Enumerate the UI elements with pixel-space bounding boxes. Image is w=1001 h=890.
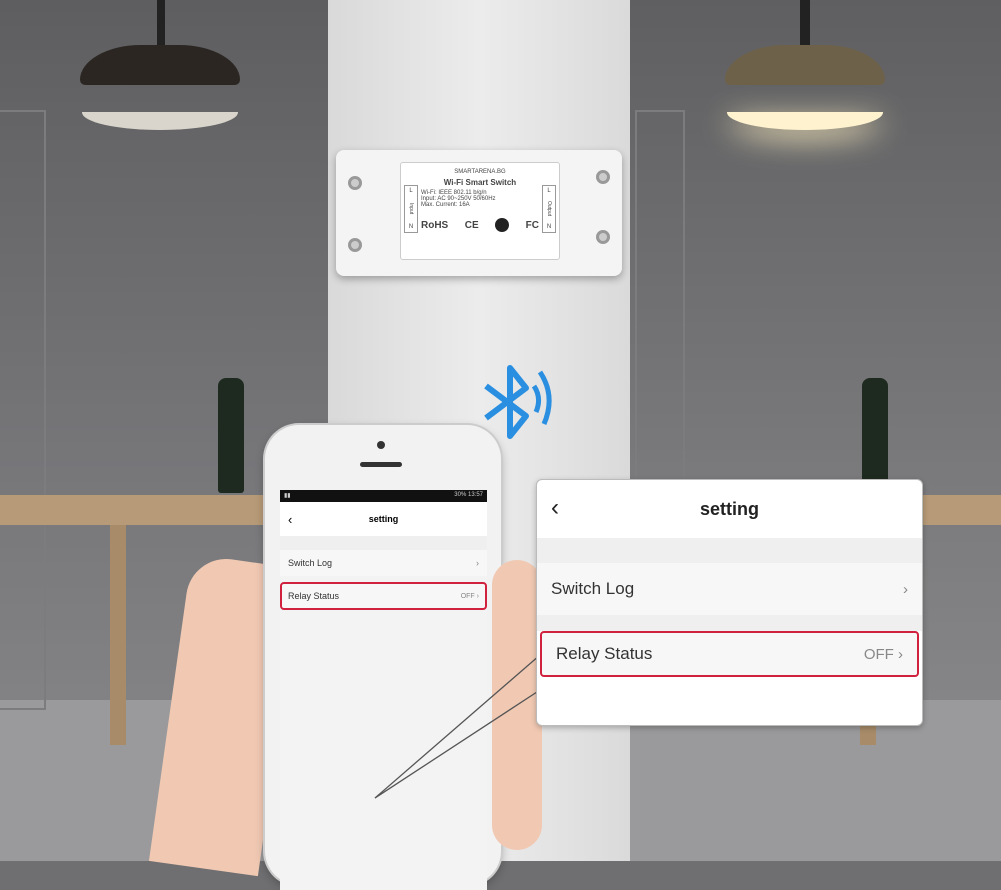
item-label: Switch Log xyxy=(551,579,635,598)
setting-callout: ‹ setting Switch Log › Relay Status OFF › xyxy=(536,479,923,726)
relay-value: OFF xyxy=(863,645,894,663)
chevron-right-icon: › xyxy=(898,645,903,663)
back-button[interactable]: ‹ xyxy=(551,494,559,522)
chevron-right-icon: › xyxy=(903,580,908,598)
item-label: Relay Status xyxy=(556,644,653,663)
list-item-switch-log[interactable]: Switch Log › xyxy=(537,563,922,615)
callout-lines xyxy=(374,654,541,799)
list-item-relay-status[interactable]: Relay Status OFF › xyxy=(540,631,919,677)
page-title: setting xyxy=(699,498,759,519)
